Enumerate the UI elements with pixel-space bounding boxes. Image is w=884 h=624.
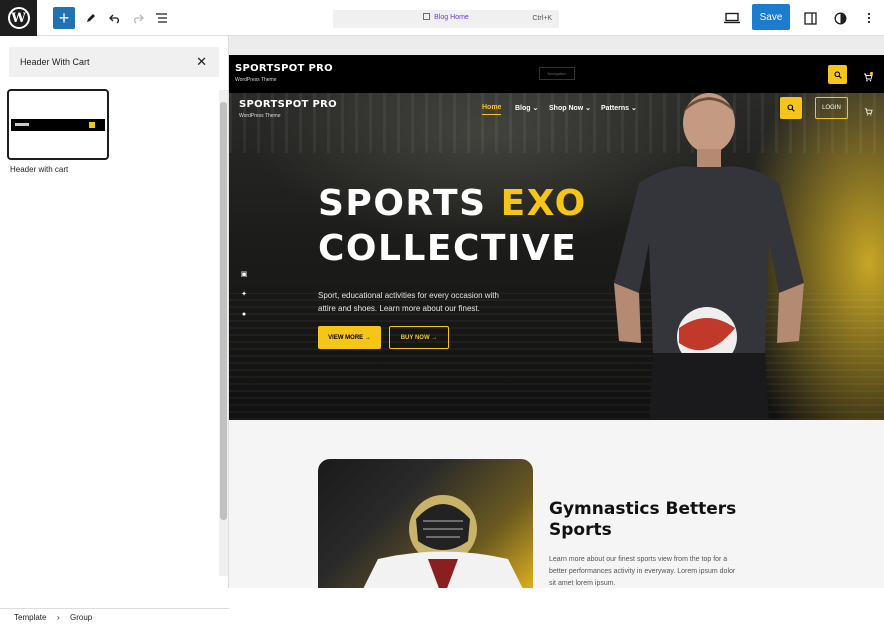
hero-heading-accent: EXO (500, 183, 587, 224)
arrow-right-icon: → (431, 334, 438, 341)
view-more-button[interactable]: VIEW MORE → (318, 326, 381, 349)
clear-search-icon[interactable]: ✕ (196, 54, 207, 70)
hero-section: SPORTSPOT PRO WordPress Theme Home Blog … (229, 93, 884, 420)
pencil-tool-icon[interactable] (80, 7, 102, 29)
hero-cart-icon[interactable] (864, 103, 873, 121)
nav-item-home[interactable]: Home (482, 104, 502, 115)
nav-label: Blog (515, 105, 531, 112)
redo-icon[interactable] (127, 7, 149, 29)
breadcrumb-item-group[interactable]: Group (70, 613, 92, 622)
button-label: BUY NOW (400, 334, 430, 341)
search-value: Header With Cart (20, 57, 90, 67)
more-options-icon[interactable] (858, 7, 880, 29)
editor-toolbar: W + Blog Home Ctrl+K Save (0, 0, 884, 36)
facebook-icon[interactable]: ● (240, 311, 248, 319)
section-heading-line-2: Sports (549, 520, 612, 540)
pattern-preview (11, 119, 105, 131)
template-title: Blog Home (434, 14, 469, 21)
twitter-icon[interactable]: ✦ (240, 291, 248, 299)
sidebar-scrollbar[interactable] (219, 90, 228, 576)
header-with-cart-block[interactable]: SPORTSPOT PRO WordPress Theme Navigation (229, 55, 884, 93)
add-block-button[interactable]: + (53, 7, 75, 29)
breadcrumb-item-template[interactable]: Template (14, 613, 46, 622)
site-title: SPORTSPOT PRO (235, 63, 333, 74)
styles-icon[interactable] (829, 7, 851, 29)
nav-item-blog[interactable]: Blog ⌄ (515, 104, 538, 112)
wordpress-icon: W (7, 7, 30, 29)
device-preview-icon[interactable] (721, 7, 743, 29)
command-palette[interactable]: Blog Home Ctrl+K (333, 10, 559, 28)
template-icon (423, 13, 431, 20)
document-overview-icon[interactable] (150, 7, 172, 29)
chevron-down-icon: ⌄ (532, 105, 539, 112)
button-label: VIEW MORE (328, 334, 364, 341)
hero-heading-line-2: COLLECTIVE (318, 228, 578, 269)
editor-canvas: SPORTSPOT PRO WordPress Theme Navigation… (229, 36, 884, 588)
search-icon[interactable] (828, 65, 847, 84)
section-text: Learn more about our finest sports view … (549, 556, 736, 587)
hero-site-title: SPORTSPOT PRO (239, 99, 337, 110)
breadcrumb-separator-icon: › (57, 613, 60, 622)
pattern-label: Header with cart (10, 165, 69, 174)
hero-site-tagline: WordPress Theme (239, 113, 281, 119)
wordpress-logo-button[interactable]: W (0, 0, 37, 36)
save-button[interactable]: Save (752, 4, 790, 30)
arrow-right-icon: → (364, 334, 371, 341)
pattern-inserter-panel: Header With Cart ✕ Header with cart Temp… (0, 36, 229, 624)
cart-icon[interactable] (863, 69, 874, 87)
navigation-placeholder[interactable]: Navigation (539, 67, 575, 80)
football-player-image (318, 459, 533, 588)
athlete-image (614, 93, 804, 420)
linkedin-icon[interactable]: ▣ (240, 271, 248, 279)
pattern-search-input[interactable]: Header With Cart ✕ (9, 47, 219, 77)
section-heading-line-1: Gymnastics Betters (549, 499, 737, 519)
pattern-thumbnail[interactable] (7, 89, 109, 160)
hero-heading-line-1: SPORTS EXO (318, 183, 587, 224)
undo-icon[interactable] (104, 7, 126, 29)
hero-heading-word: SPORTS (318, 183, 487, 224)
site-tagline: WordPress Theme (235, 77, 277, 83)
settings-sidebar-icon[interactable] (799, 7, 821, 29)
hero-description: Sport, educational activities for every … (318, 291, 499, 313)
shortcut-hint: Ctrl+K (532, 15, 552, 22)
feature-section: Gymnastics Betters Sports Learn more abo… (229, 420, 884, 588)
buy-now-button[interactable]: BUY NOW → (389, 326, 449, 349)
breadcrumb: Template › Group (0, 608, 229, 624)
